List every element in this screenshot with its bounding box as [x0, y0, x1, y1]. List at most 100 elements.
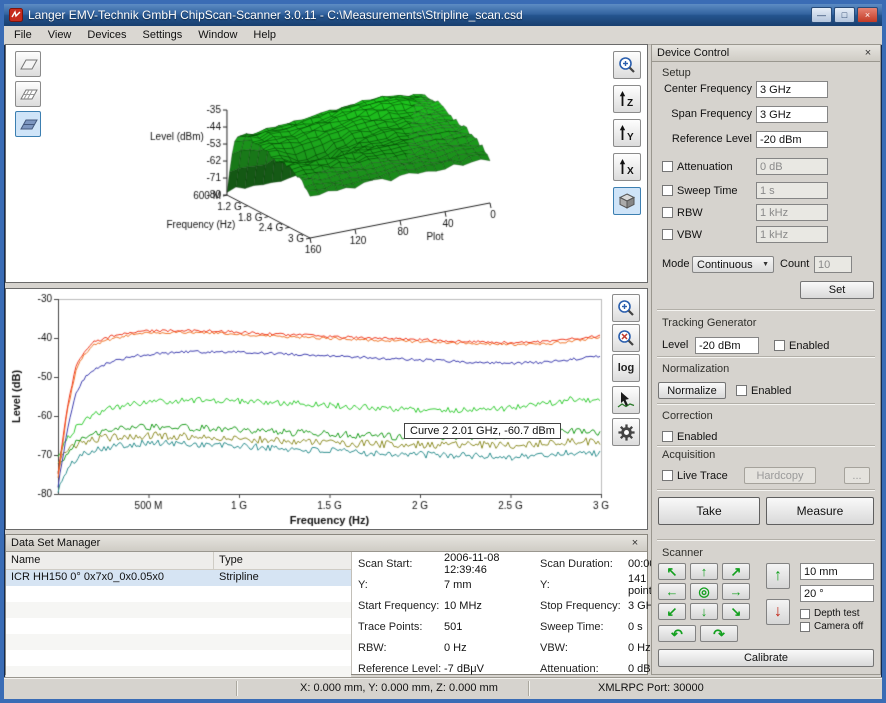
tg-enabled-checkbox[interactable]	[774, 340, 785, 351]
dataset-manager-panel: Data Set Manager × Name Type ICR HH150 0…	[5, 534, 648, 675]
view-z-axis-button[interactable]: Z	[613, 85, 641, 113]
zoom-in-icon	[616, 298, 636, 318]
menu-file[interactable]: File	[6, 27, 40, 43]
zoom-in-icon	[617, 55, 637, 75]
vbw-checkbox[interactable]	[662, 229, 673, 240]
camera-off-row: Camera off	[800, 618, 863, 635]
menu-devices[interactable]: Devices	[79, 27, 134, 43]
zoom-reset-icon	[616, 328, 636, 348]
titlebar: Langer EMV-Technik GmbH ChipScan-Scanner…	[4, 4, 882, 26]
move-down-right-button[interactable]: ↘	[722, 603, 750, 620]
z-down-button[interactable]: ↓	[766, 599, 790, 625]
dataset-manager-close-icon[interactable]: ×	[628, 537, 642, 550]
arrow-right-icon: →	[730, 585, 743, 598]
view-x-axis-button[interactable]: X	[613, 153, 641, 181]
angle-step-field[interactable]	[800, 585, 874, 602]
correction-title: Correction	[662, 410, 713, 422]
attenuation-checkbox[interactable]	[662, 161, 673, 172]
maximize-button[interactable]: □	[834, 7, 855, 23]
set-button[interactable]: Set	[800, 281, 874, 299]
table-row-empty	[6, 650, 351, 666]
info-value: -7 dBμV	[444, 663, 540, 675]
view-3d-button[interactable]	[613, 187, 641, 215]
rotate-right-button[interactable]: ↷	[700, 625, 738, 642]
plot-settings-button[interactable]	[612, 418, 640, 446]
section-divider	[657, 445, 875, 447]
count-label: Count	[780, 256, 809, 273]
home-position-button[interactable]: ◎	[690, 583, 718, 600]
info-label: Scan Duration:	[540, 558, 628, 570]
center-frequency-field[interactable]	[756, 81, 828, 98]
live-trace-checkbox[interactable]	[662, 470, 673, 481]
menu-view[interactable]: View	[40, 27, 80, 43]
tg-level-field[interactable]	[695, 337, 759, 354]
z-up-button[interactable]: ↑	[766, 563, 790, 589]
column-header-name[interactable]: Name	[6, 552, 214, 569]
plot2d-chart[interactable]	[6, 289, 649, 531]
dataset-table: Name Type ICR HH150 0° 0x7x0_0x0.05x0 St…	[6, 552, 352, 674]
device-control-title: Device Control	[657, 47, 861, 59]
move-up-left-button[interactable]: ↖	[658, 563, 686, 580]
normalization-title: Normalization	[662, 363, 729, 375]
section-divider	[657, 403, 875, 405]
move-right-button[interactable]: →	[722, 583, 750, 600]
menu-settings[interactable]: Settings	[135, 27, 191, 43]
zoom-reset-2d-button[interactable]	[612, 324, 640, 352]
minimize-button[interactable]: —	[811, 7, 832, 23]
sweep-time-checkbox[interactable]	[662, 185, 673, 196]
svg-text:Z: Z	[627, 98, 633, 109]
zoom-in-3d-button[interactable]	[613, 51, 641, 79]
correction-enabled-checkbox[interactable]	[662, 431, 673, 442]
table-row[interactable]: ICR HH150 0° 0x7x0_0x0.05x0 Stripline	[6, 570, 351, 586]
trace-cursor-button[interactable]	[612, 386, 640, 414]
mode-dropdown[interactable]: Continuous ▼	[692, 256, 774, 273]
rotate-left-icon: ↶	[671, 627, 683, 641]
attenuation-checkbox-row: Attenuation	[662, 158, 733, 175]
calibrate-button[interactable]: Calibrate	[658, 649, 874, 667]
surface-mesh-button[interactable]	[15, 81, 41, 107]
move-up-button[interactable]: ↑	[690, 563, 718, 580]
svg-text:X: X	[627, 166, 634, 177]
device-control-close-icon[interactable]: ×	[861, 47, 875, 60]
log-label: log	[618, 362, 635, 374]
surface-flat-button[interactable]	[15, 51, 41, 77]
sweep-time-label: Sweep Time	[677, 185, 738, 197]
camera-off-checkbox[interactable]	[800, 622, 810, 632]
column-header-type[interactable]: Type	[214, 552, 351, 569]
arrow-up-left-icon: ↖	[667, 565, 678, 578]
zoom-in-2d-button[interactable]	[612, 294, 640, 322]
menu-window[interactable]: Window	[190, 27, 245, 43]
take-button[interactable]: Take	[658, 497, 760, 525]
normalization-enabled-checkbox[interactable]	[736, 385, 747, 396]
move-left-button[interactable]: ←	[658, 583, 686, 600]
rotate-left-button[interactable]: ↶	[658, 625, 696, 642]
window-title: Langer EMV-Technik GmbH ChipScan-Scanner…	[28, 8, 811, 22]
move-down-button[interactable]: ↓	[690, 603, 718, 620]
close-button[interactable]: ×	[857, 7, 878, 23]
mode-value: Continuous	[697, 259, 753, 271]
surface-solid-button[interactable]	[15, 111, 41, 137]
camera-off-label: Camera off	[814, 621, 863, 632]
move-down-left-button[interactable]: ↙	[658, 603, 686, 620]
measure-button[interactable]: Measure	[766, 497, 874, 525]
span-frequency-field[interactable]	[756, 106, 828, 123]
info-value: 501	[444, 621, 540, 633]
log-scale-button[interactable]: log	[612, 354, 640, 382]
depth-test-checkbox[interactable]	[800, 609, 810, 619]
device-control-panel: Device Control × Setup Center Frequency …	[651, 44, 881, 675]
cube-view-icon	[617, 191, 637, 211]
reference-level-field[interactable]	[756, 131, 828, 148]
menu-help[interactable]: Help	[245, 27, 284, 43]
scanner-title: Scanner	[662, 547, 703, 559]
curve-tooltip: Curve 2 2.01 GHz, -60.7 dBm	[404, 423, 561, 439]
normalize-button[interactable]: Normalize	[658, 382, 726, 399]
move-up-right-button[interactable]: ↗	[722, 563, 750, 580]
step-size-field[interactable]	[800, 563, 874, 580]
flat-surface-icon	[18, 56, 38, 72]
reference-level-label: Reference Level	[660, 131, 752, 148]
plot3d-surface[interactable]	[6, 45, 649, 284]
rbw-checkbox[interactable]	[662, 207, 673, 218]
arrow-up-right-icon: ↗	[731, 565, 742, 578]
view-y-axis-button[interactable]: Y	[613, 119, 641, 147]
info-value: 7 mm	[444, 579, 540, 591]
